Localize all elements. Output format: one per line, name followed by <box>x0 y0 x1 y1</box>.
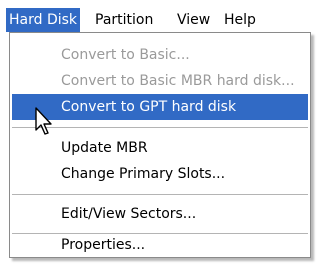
menu-view[interactable]: View <box>174 8 213 32</box>
menu-help[interactable]: Help <box>221 8 259 32</box>
menu-item-convert-to-basic[interactable]: Convert to Basic... <box>12 42 308 68</box>
menu-item-properties[interactable]: Properties... <box>12 232 308 258</box>
menu-item-convert-to-basic-mbr[interactable]: Convert to Basic MBR hard disk... <box>12 68 308 94</box>
menu-item-convert-to-gpt[interactable]: Convert to GPT hard disk <box>12 94 308 120</box>
menu-item-change-primary-slots[interactable]: Change Primary Slots... <box>12 161 308 187</box>
mouse-pointer-icon <box>34 106 56 136</box>
menu-bar: Hard Disk Partition View Help <box>0 0 334 36</box>
menu-item-update-mbr[interactable]: Update MBR <box>12 135 308 161</box>
menu-item-edit-view-sectors[interactable]: Edit/View Sectors... <box>12 201 308 227</box>
menu-separator <box>12 127 308 128</box>
menu-separator <box>12 194 308 195</box>
menu-hard-disk[interactable]: Hard Disk <box>6 8 81 32</box>
hard-disk-dropdown-menu: Convert to Basic... Convert to Basic MBR… <box>9 32 311 258</box>
menu-partition[interactable]: Partition <box>92 8 156 32</box>
